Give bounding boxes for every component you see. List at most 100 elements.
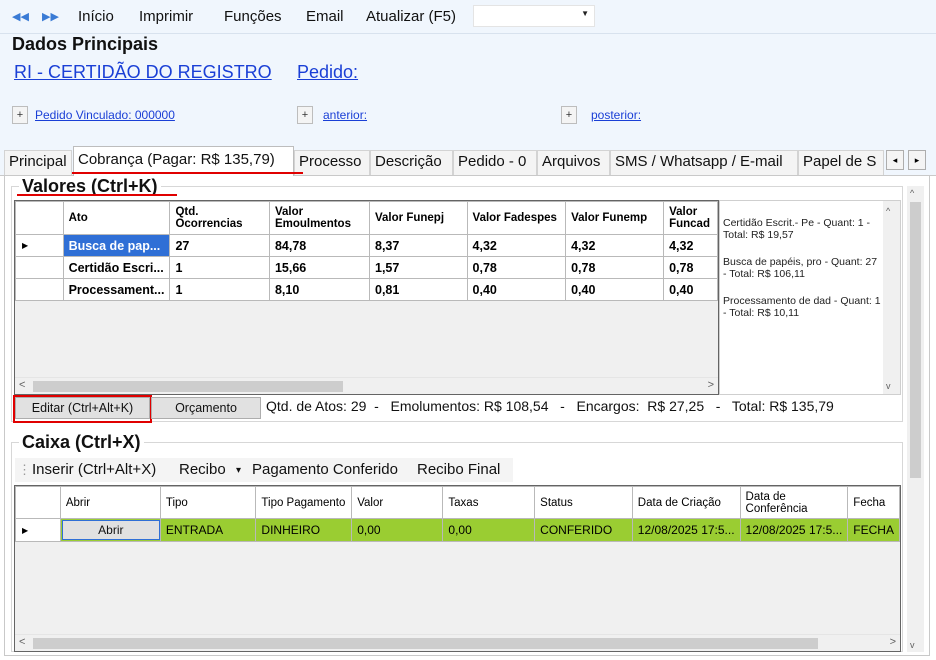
cell-qtd[interactable]: 1 <box>169 278 270 301</box>
menu-inicio[interactable]: Início <box>78 8 114 25</box>
scrollbar-thumb[interactable] <box>33 638 818 649</box>
cell-qtd[interactable]: 27 <box>169 234 270 257</box>
details-vscrollbar[interactable]: ^ v <box>883 201 900 394</box>
menu-funcoes[interactable]: Funções <box>224 8 282 25</box>
scrollbar-thumb[interactable] <box>33 381 343 392</box>
table-row[interactable]: ▶ Busca de pap... 27 84,78 8,37 4,32 4,3… <box>15 234 718 257</box>
cell-funepj[interactable]: 1,57 <box>369 256 468 279</box>
cell-funemp[interactable]: 0,40 <box>565 278 665 301</box>
cell-tipo[interactable]: ENTRADA <box>159 518 257 542</box>
toolbar-grip: ⋮ <box>18 462 31 477</box>
tab-sms-whatsapp-email[interactable]: SMS / Whatsapp / E-mail <box>610 150 798 175</box>
tab-descricao[interactable]: Descrição <box>370 150 453 175</box>
inserir-button[interactable]: Inserir (Ctrl+Alt+X) <box>32 461 156 478</box>
column-header-fechamento[interactable]: Fecha <box>847 486 900 519</box>
column-header-qtd[interactable]: Qtd. Ocorrencias <box>169 201 270 235</box>
cell-emolumentos[interactable]: 84,78 <box>268 234 371 257</box>
column-header-abrir[interactable]: Abrir <box>59 486 161 519</box>
cell-funcad[interactable]: 0,40 <box>663 278 718 301</box>
cell-emolumentos[interactable]: 8,10 <box>268 278 371 301</box>
caixa-grid[interactable]: Abrir Tipo Tipo Pagamento Valor Taxas St… <box>14 485 901 652</box>
pedido-vinculado-link[interactable]: Pedido Vinculado: 000000 <box>35 108 175 122</box>
tab-papel-de-seguranca[interactable]: Papel de S <box>798 150 884 175</box>
cell-funcad[interactable]: 0,78 <box>663 256 718 279</box>
column-header-funcad[interactable]: Valor Funcad <box>663 201 718 235</box>
scrollbar-thumb[interactable] <box>910 202 921 478</box>
tab-processo[interactable]: Processo <box>294 150 370 175</box>
recibo-final-button[interactable]: Recibo Final <box>417 461 500 478</box>
panel-vscrollbar[interactable]: ^ v <box>907 186 924 652</box>
cell-qtd[interactable]: 1 <box>169 256 270 279</box>
service-link[interactable]: RI - CERTIDÃO DO REGISTRO <box>14 62 272 83</box>
scroll-up-icon[interactable]: ^ <box>886 205 890 217</box>
row-pointer-icon: ▶ <box>15 234 64 257</box>
column-header-funepj[interactable]: Valor Funepj <box>369 201 468 235</box>
cell-funemp[interactable]: 4,32 <box>565 234 665 257</box>
recibo-dropdown[interactable]: Recibo <box>179 461 226 478</box>
tab-scroll-right-icon[interactable]: ▸ <box>908 150 926 170</box>
column-header-fadespes[interactable]: Valor Fadespes <box>466 201 567 235</box>
scroll-down-icon[interactable]: v <box>910 640 915 650</box>
pedido-link[interactable]: Pedido: <box>297 62 358 83</box>
scroll-down-icon[interactable]: v <box>886 380 891 392</box>
cell-funemp[interactable]: 0,78 <box>565 256 665 279</box>
table-row[interactable]: ▶ Abrir ENTRADA DINHEIRO 0,00 0,00 CONFE… <box>15 518 900 542</box>
scroll-up-icon[interactable]: ^ <box>910 188 914 198</box>
cell-funepj[interactable]: 0,81 <box>369 278 468 301</box>
menu-imprimir[interactable]: Imprimir <box>139 8 193 25</box>
expand-anterior-button[interactable]: + <box>297 106 313 124</box>
cell-data-conferencia[interactable]: 12/08/2025 17:5... <box>739 518 849 542</box>
caixa-hscrollbar[interactable]: < > <box>15 634 900 651</box>
orcamento-button[interactable]: Orçamento <box>151 397 261 419</box>
anterior-link[interactable]: anterior: <box>323 108 367 122</box>
valores-hscrollbar[interactable]: < > <box>15 377 718 394</box>
scroll-left-icon[interactable]: < <box>19 636 25 648</box>
cell-fadespes[interactable]: 0,40 <box>466 278 567 301</box>
column-header-data-criacao[interactable]: Data de Criação <box>631 486 741 519</box>
cell-tipo-pagamento[interactable]: DINHEIRO <box>255 518 353 542</box>
posterior-link[interactable]: posterior: <box>591 108 641 122</box>
column-header-tipo[interactable]: Tipo <box>159 486 257 519</box>
cell-funepj[interactable]: 8,37 <box>369 234 468 257</box>
recibo-dropdown-caret-icon[interactable]: ▾ <box>236 465 241 476</box>
cell-funcad[interactable]: 4,32 <box>663 234 718 257</box>
column-header-emolumentos[interactable]: Valor Emoulmentos <box>268 201 371 235</box>
column-header-status[interactable]: Status <box>534 486 633 519</box>
cell-data-criacao[interactable]: 12/08/2025 17:5... <box>631 518 741 542</box>
cell-ato[interactable]: Certidão Escri... <box>62 256 171 279</box>
abrir-button[interactable]: Abrir <box>61 520 160 540</box>
tab-pedido[interactable]: Pedido - 0 <box>453 150 537 175</box>
cell-valor[interactable]: 0,00 <box>351 518 444 542</box>
cell-ato[interactable]: Processament... <box>62 278 171 301</box>
scroll-right-icon[interactable]: > <box>708 379 714 391</box>
column-header-ato[interactable]: Ato <box>62 201 171 235</box>
menu-email[interactable]: Email <box>306 8 344 25</box>
menu-atualizar[interactable]: Atualizar (F5) <box>366 8 456 25</box>
cell-status[interactable]: CONFERIDO <box>534 518 633 542</box>
double-arrow-right-icon[interactable]: ▶▶ <box>42 10 59 24</box>
expand-posterior-button[interactable]: + <box>561 106 577 124</box>
table-row[interactable]: Certidão Escri... 1 15,66 1,57 0,78 0,78… <box>15 256 718 279</box>
valores-grid[interactable]: Ato Qtd. Ocorrencias Valor Emoulmentos V… <box>14 200 719 395</box>
table-row[interactable]: Processament... 1 8,10 0,81 0,40 0,40 0,… <box>15 278 718 301</box>
cell-fechamento[interactable]: FECHA <box>847 518 900 542</box>
column-header-data-conferencia[interactable]: Data de Conferência <box>739 486 849 519</box>
cell-fadespes[interactable]: 4,32 <box>466 234 567 257</box>
tab-arquivos[interactable]: Arquivos <box>537 150 610 175</box>
pagamento-conferido-button[interactable]: Pagamento Conferido <box>252 461 398 478</box>
expand-pedido-vinculado-button[interactable]: + <box>12 106 28 124</box>
cell-taxas[interactable]: 0,00 <box>442 518 536 542</box>
toolbar-combo[interactable]: ▼ <box>473 5 595 27</box>
column-header-tipo-pagamento[interactable]: Tipo Pagamento <box>255 486 353 519</box>
cell-ato[interactable]: Busca de pap... <box>62 234 171 257</box>
scroll-right-icon[interactable]: > <box>890 636 896 648</box>
scroll-left-icon[interactable]: < <box>19 379 25 391</box>
double-arrow-left-icon[interactable]: ◀◀ <box>12 10 29 24</box>
tab-scroll-left-icon[interactable]: ◂ <box>886 150 904 170</box>
cell-emolumentos[interactable]: 15,66 <box>268 256 371 279</box>
column-header-funemp[interactable]: Valor Funemp <box>565 201 665 235</box>
column-header-valor[interactable]: Valor <box>351 486 444 519</box>
column-header-taxas[interactable]: Taxas <box>442 486 536 519</box>
tab-principal[interactable]: Principal <box>4 150 72 175</box>
cell-fadespes[interactable]: 0,78 <box>466 256 567 279</box>
